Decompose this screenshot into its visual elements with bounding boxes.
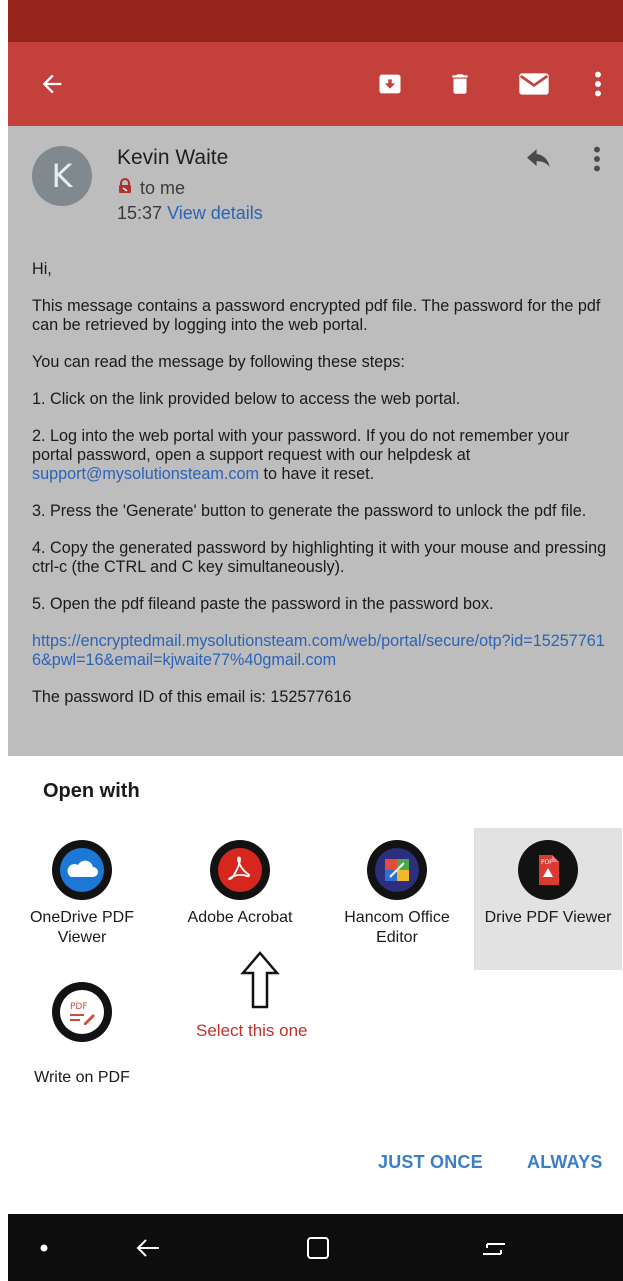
app-label: Adobe Acrobat (187, 909, 293, 926)
adobe-acrobat-icon (210, 840, 270, 900)
archive-icon[interactable] (370, 42, 410, 126)
home-icon[interactable] (298, 1214, 338, 1281)
reply-icon[interactable] (524, 148, 554, 177)
app-label: Write on PDF (34, 1069, 130, 1086)
body-paragraph: You can read the message by following th… (32, 353, 405, 371)
email-toolbar (8, 42, 623, 126)
app-label: OneDrive PDF Viewer (29, 909, 135, 946)
app-option-adobe-acrobat[interactable]: Adobe Acrobat (166, 828, 314, 970)
step-2: 2. Log into the web portal with your pas… (32, 427, 612, 484)
greeting: Hi, (32, 260, 52, 278)
write-on-pdf-icon: PDF (52, 982, 112, 1042)
recipient-label: to me (140, 178, 186, 198)
app-option-drive-pdf-viewer[interactable]: PDF Drive PDF Viewer (474, 828, 622, 970)
dot-icon[interactable] (34, 1214, 54, 1281)
svg-text:PDF: PDF (541, 859, 553, 866)
hancom-office-icon (367, 840, 427, 900)
step-1: 1. Click on the link provided below to a… (32, 390, 461, 408)
app-label: Hancom Office Editor (344, 909, 450, 946)
drive-pdf-icon: PDF (518, 840, 578, 900)
support-email-link[interactable]: support@mysolutionsteam.com (32, 465, 259, 483)
password-id: The password ID of this email is: 152577… (32, 688, 352, 706)
onedrive-icon (52, 840, 112, 900)
navigation-bar (8, 1214, 623, 1281)
app-option-onedrive-pdf-viewer[interactable]: OneDrive PDF Viewer (8, 828, 156, 970)
up-arrow-annotation-icon (240, 951, 280, 1014)
recipient-row: to me (117, 178, 185, 199)
step-2-text-end: to have it reset. (258, 465, 375, 483)
timestamp: 15:37 (117, 203, 163, 223)
app-option-write-on-pdf[interactable]: PDF Write on PDF (8, 970, 156, 1112)
recents-icon[interactable] (474, 1214, 514, 1281)
back-icon[interactable] (128, 1214, 168, 1281)
step-5: 5. Open the pdf fileand paste the passwo… (32, 595, 494, 613)
status-bar (8, 0, 623, 42)
annotation-label: Select this one (196, 1021, 308, 1040)
view-details-link[interactable]: View details (167, 203, 263, 223)
delete-icon[interactable] (440, 42, 480, 126)
email-content: K Kevin Waite to me 15:37 View details H… (8, 126, 623, 756)
step-3: 3. Press the 'Generate' button to genera… (32, 502, 587, 520)
app-label: Drive PDF Viewer (484, 909, 612, 926)
body-paragraph: This message contains a password encrypt… (32, 297, 601, 334)
always-button[interactable]: ALWAYS (527, 1152, 603, 1173)
mail-icon[interactable] (514, 42, 554, 126)
sender-name: Kevin Waite (117, 146, 229, 169)
open-with-sheet: Open with OneDrive PDF Viewer Adobe Acro… (8, 756, 623, 1214)
message-more-icon[interactable] (593, 146, 601, 177)
avatar[interactable]: K (32, 146, 92, 206)
step-4: 4. Copy the generated password by highli… (32, 539, 607, 576)
app-option-hancom-office-editor[interactable]: Hancom Office Editor (323, 828, 471, 970)
portal-link[interactable]: https://encryptedmail.mysolutionsteam.co… (32, 632, 612, 670)
back-arrow-icon[interactable] (32, 42, 72, 126)
email-body: Hi, This message contains a password enc… (32, 260, 612, 725)
just-once-button[interactable]: JUST ONCE (378, 1152, 483, 1173)
svg-text:PDF: PDF (70, 1002, 88, 1012)
step-2-text: 2. Log into the web portal with your pas… (32, 427, 570, 464)
sheet-title: Open with (43, 780, 140, 802)
time-row: 15:37 View details (117, 203, 263, 224)
more-vert-icon[interactable] (583, 42, 613, 126)
lock-icon (117, 178, 133, 199)
